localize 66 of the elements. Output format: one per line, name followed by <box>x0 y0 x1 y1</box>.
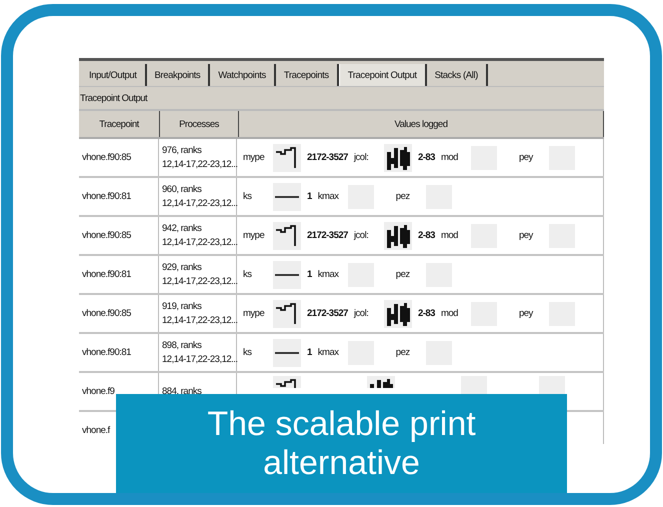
processes-text: 12,14-17,22-23,12... <box>162 276 238 287</box>
variable-name: jcol: <box>354 308 370 319</box>
histogram-icon <box>384 144 412 172</box>
tracepoint-cell: vhone.f90:81 <box>82 347 131 358</box>
value-range: 1 <box>307 347 312 358</box>
processes-text: 884, ranks <box>162 386 202 397</box>
value-range: 2-83 <box>418 308 435 319</box>
processes-text: 12,14-17,22-23,12... <box>162 354 238 365</box>
variable-name: pez <box>396 191 411 202</box>
processes-text: 12,14-17,22-23,12... <box>162 159 238 170</box>
value-range: 2-83 <box>418 152 435 163</box>
variable-name: mod <box>440 230 459 241</box>
column-header: Tracepoint <box>79 111 160 137</box>
tracepoint-cell: vhone.f90:85 <box>82 230 131 241</box>
variable-name: pez <box>396 269 411 280</box>
panel-title: Tracepoint Output <box>80 92 148 104</box>
variable-name: mype <box>243 152 266 163</box>
variable-name: mype <box>243 308 266 319</box>
column-header: Values logged <box>239 111 604 137</box>
value-range: 1 <box>307 191 312 202</box>
histogram-icon <box>367 376 395 388</box>
column-header: Processes <box>160 111 239 137</box>
variable-name: pey <box>518 152 534 163</box>
tracepoint-cell: vhone.f9 <box>82 386 114 397</box>
caption-text: The scalable print <box>207 404 476 444</box>
processes-text: 960, ranks <box>162 184 202 195</box>
variable-name: kmax <box>318 269 340 280</box>
processes-text: 12,14-17,22-23,12... <box>162 315 238 326</box>
variable-name: jcol: <box>354 152 370 163</box>
variable-name: kmax <box>318 191 340 202</box>
variable-name: pez <box>396 347 411 358</box>
value-range: 2-83 <box>418 230 435 241</box>
processes-text: 12,14-17,22-23,12... <box>162 198 238 209</box>
tracepoint-cell: vhone.f <box>82 425 110 436</box>
value-range: 2172-3527 <box>307 308 348 319</box>
processes-text: 898, ranks <box>162 340 202 351</box>
variable-name: kmax <box>318 347 340 358</box>
tracepoint-cell: vhone.f90:81 <box>82 269 131 280</box>
processes-text: 12,14-17,22-23,12... <box>162 237 238 248</box>
sparkline-icon <box>273 222 301 250</box>
variable-name: mype <box>243 230 266 241</box>
value-range: 2172-3527 <box>307 230 348 241</box>
sparkline-icon <box>273 144 301 172</box>
variable-name: pey <box>518 230 534 241</box>
tracepoint-cell: vhone.f90:85 <box>82 152 131 163</box>
processes-text: 919, ranks <box>162 301 202 312</box>
processes-text: 929, ranks <box>162 262 202 273</box>
variable-name: mod <box>440 152 459 163</box>
variable-name: ks <box>243 191 253 202</box>
variable-name: ks <box>243 269 253 280</box>
histogram-icon <box>384 222 412 250</box>
tracepoint-cell: vhone.f90:85 <box>82 308 131 319</box>
variable-name: jcol: <box>354 230 370 241</box>
processes-text: 942, ranks <box>162 223 202 234</box>
caption-text: alternative <box>263 444 420 484</box>
value-range: 1 <box>307 269 312 280</box>
value-range: 2172-3527 <box>307 152 348 163</box>
variable-name: mod <box>440 308 459 319</box>
variable-name: pey <box>518 308 534 319</box>
variable-name: ks <box>243 347 253 358</box>
sparkline-icon <box>273 300 301 328</box>
histogram-icon <box>384 300 412 328</box>
sparkline-icon <box>273 376 301 388</box>
tracepoint-cell: vhone.f90:81 <box>82 191 131 202</box>
processes-text: 976, ranks <box>162 145 202 156</box>
tab[interactable]: Tracepoint Output <box>338 64 427 86</box>
